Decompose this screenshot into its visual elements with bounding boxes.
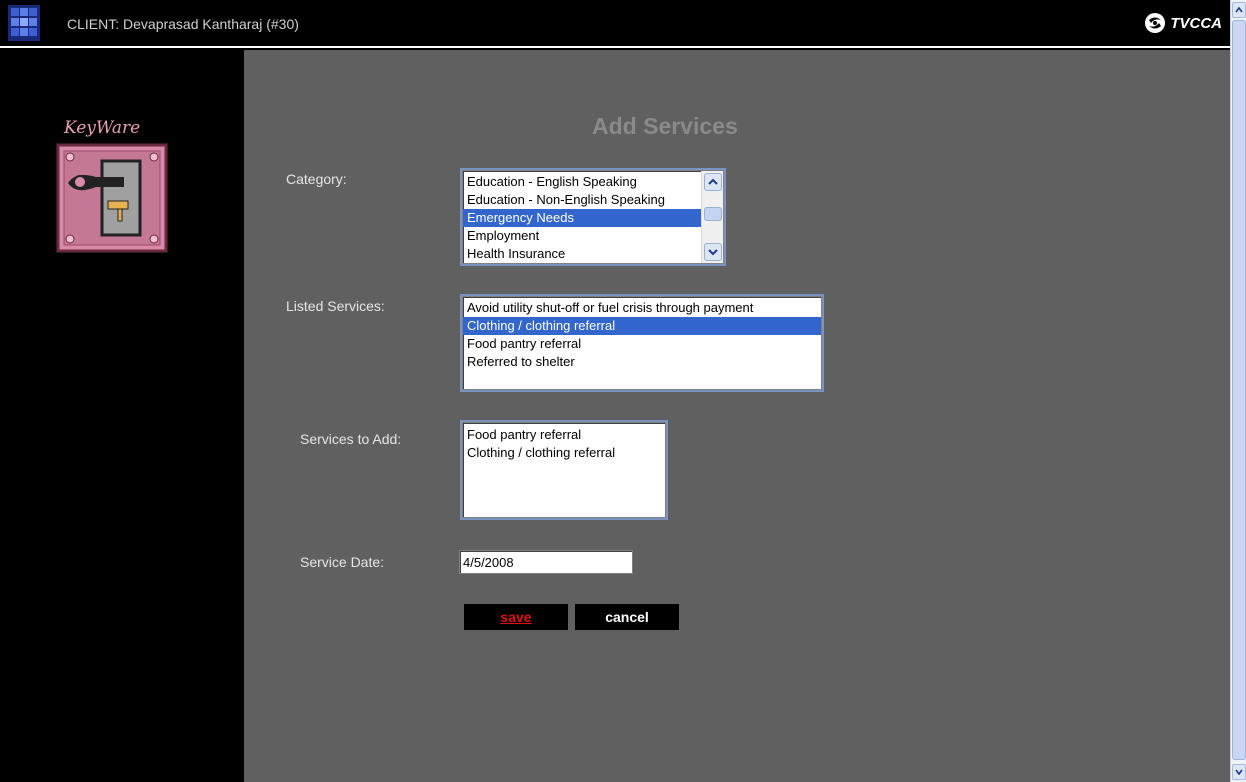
category-option-selected[interactable]: Emergency Needs <box>463 209 701 227</box>
scroll-down-icon[interactable] <box>704 243 722 261</box>
category-label: Category: <box>286 171 347 187</box>
category-option[interactable]: Health Insurance <box>463 245 723 263</box>
category-listbox[interactable]: Education - English Speaking Education -… <box>462 170 724 264</box>
scroll-up-icon[interactable] <box>1232 2 1246 18</box>
category-option[interactable]: Education - English Speaking <box>463 173 723 191</box>
service-to-add-option[interactable]: Clothing / clothing referral <box>463 444 665 462</box>
service-date-input[interactable] <box>459 550 633 574</box>
service-to-add-option[interactable]: Food pantry referral <box>463 426 665 444</box>
category-scrollbar[interactable] <box>701 171 723 263</box>
listed-service-option[interactable]: Referred to shelter <box>463 353 821 371</box>
scroll-down-icon[interactable] <box>1232 764 1246 780</box>
listed-service-option[interactable]: Avoid utility shut-off or fuel crisis th… <box>463 299 821 317</box>
grid-app-icon <box>8 5 40 41</box>
category-option[interactable]: Employment <box>463 227 723 245</box>
category-option[interactable]: Education - Non-English Speaking <box>463 191 723 209</box>
main-content: Add Services Category: Education - Engli… <box>244 50 1230 782</box>
client-label: CLIENT: Devaprasad Kantharaj (#30) <box>67 16 299 32</box>
sidebar: KeyWare <box>6 50 244 782</box>
brand: TVCCA <box>1144 12 1222 34</box>
listed-service-option-selected[interactable]: Clothing / clothing referral <box>463 317 821 335</box>
listed-service-option[interactable]: Food pantry referral <box>463 335 821 353</box>
listed-services-label: Listed Services: <box>286 298 385 314</box>
cancel-button[interactable]: cancel <box>575 604 679 630</box>
services-to-add-label: Services to Add: <box>300 431 402 447</box>
service-date-label: Service Date: <box>300 554 385 570</box>
scroll-thumb[interactable] <box>1232 20 1246 760</box>
swirl-logo-icon <box>1145 13 1166 33</box>
brand-text: TVCCA <box>1170 14 1222 32</box>
key-lock-logo <box>56 143 168 253</box>
services-to-add-listbox[interactable]: Food pantry referral Clothing / clothing… <box>462 422 666 518</box>
save-button[interactable]: save <box>464 604 568 630</box>
window-scrollbar[interactable] <box>1230 0 1246 782</box>
keyware-brand-text: KeyWare <box>64 118 141 138</box>
listed-services-listbox[interactable]: Avoid utility shut-off or fuel crisis th… <box>462 296 822 390</box>
title-bar: CLIENT: Devaprasad Kantharaj (#30) TVCCA <box>0 0 1230 48</box>
scroll-up-icon[interactable] <box>704 173 722 191</box>
page-title: Add Services <box>592 113 738 139</box>
scroll-thumb[interactable] <box>704 207 722 221</box>
